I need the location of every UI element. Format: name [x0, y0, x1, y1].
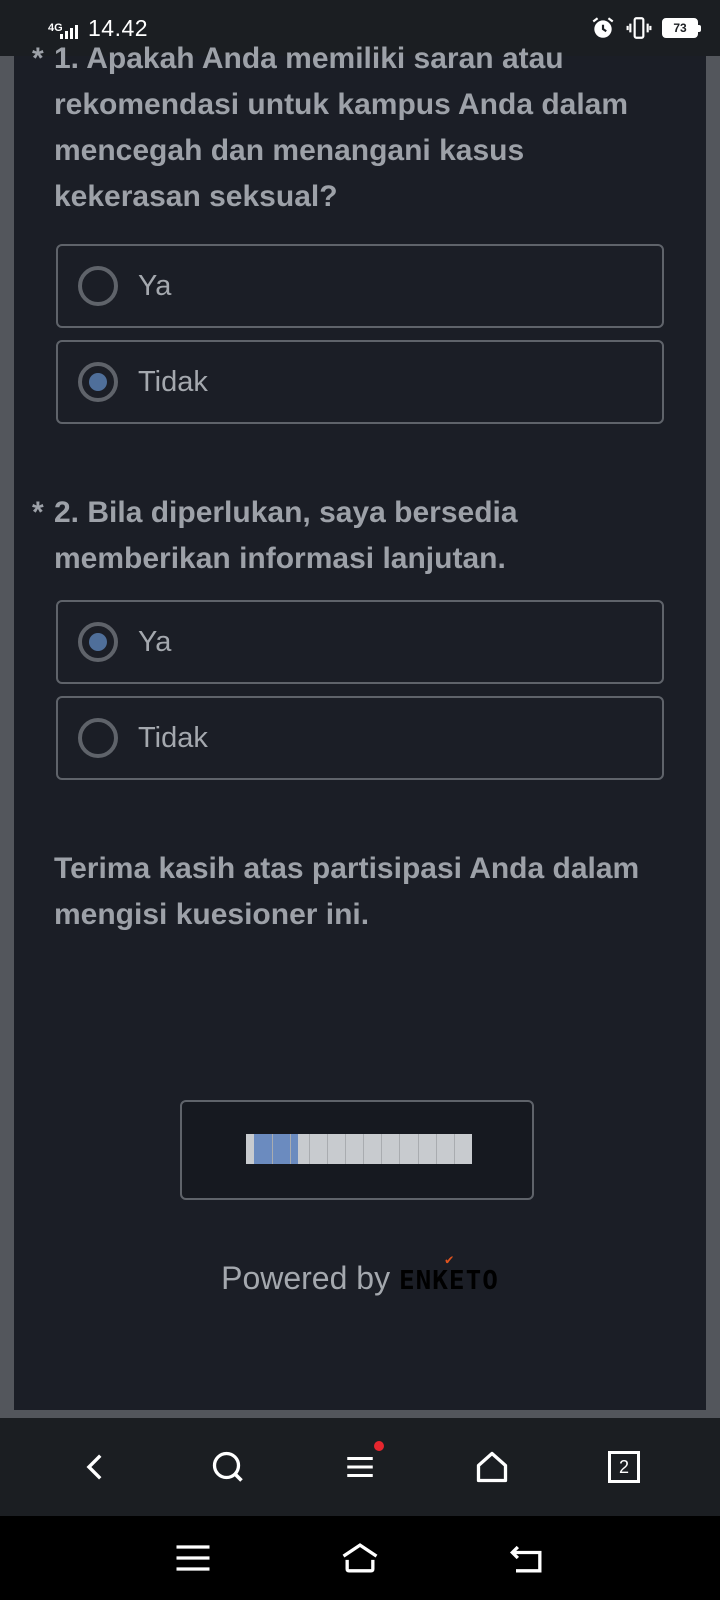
progress-segment [454, 1134, 455, 1164]
submit-progress-box [180, 1100, 534, 1200]
question-1-text: 1. Apakah Anda memiliki saran atau rekom… [54, 42, 629, 213]
form-card: * 1. Apakah Anda memiliki saran atau rek… [14, 42, 706, 1410]
browser-toolbar: 2 [0, 1418, 720, 1516]
signal-icon: 4G [48, 23, 78, 39]
progress-fill [254, 1134, 298, 1164]
progress-segment [327, 1134, 328, 1164]
required-marker: * [32, 42, 44, 75]
progress-segment [399, 1134, 400, 1164]
question-2: * 2. Bila diperlukan, saya bersedia memb… [32, 490, 674, 582]
back-icon[interactable] [505, 1536, 549, 1580]
progress-bar [246, 1134, 472, 1164]
option-label: Tidak [138, 721, 208, 754]
home-icon[interactable] [468, 1443, 516, 1491]
option-label: Tidak [138, 365, 208, 398]
radio-button-unchecked[interactable] [78, 266, 118, 306]
home-icon[interactable] [338, 1536, 382, 1580]
q2-option-ya[interactable]: Ya [56, 600, 664, 684]
question-1: * 1. Apakah Anda memiliki saran atau rek… [32, 36, 674, 220]
thank-you-message: Terima kasih atas partisipasi Anda dalam… [54, 852, 640, 931]
battery-icon: 73 [662, 18, 701, 38]
option-label: Ya [138, 269, 172, 302]
radio-button-checked[interactable] [78, 362, 118, 402]
radio-button-checked[interactable] [78, 622, 118, 662]
progress-segment [345, 1134, 346, 1164]
tabs-icon[interactable]: 2 [600, 1443, 648, 1491]
powered-by: Powered by ENKETO ✔ [14, 1252, 706, 1297]
question-2-text: 2. Bila diperlukan, saya bersedia member… [54, 496, 518, 575]
progress-segment [436, 1134, 437, 1164]
powered-by-text: Powered by [221, 1260, 391, 1296]
progress-segment [309, 1134, 310, 1164]
enketo-logo[interactable]: ENKETO ✔ [399, 1252, 499, 1296]
recents-icon[interactable] [171, 1536, 215, 1580]
progress-segment [418, 1134, 419, 1164]
notification-dot [374, 1441, 384, 1451]
progress-segment [381, 1134, 382, 1164]
check-icon: ✔ [444, 1252, 455, 1268]
system-navigation-bar [0, 1516, 720, 1600]
screen: 4G 14.42 73 * 1. Apakah Anda memiliki sa… [0, 0, 720, 1600]
back-icon[interactable] [72, 1443, 120, 1491]
progress-segment [363, 1134, 364, 1164]
required-marker: * [32, 496, 44, 529]
menu-icon[interactable] [336, 1441, 384, 1491]
progress-segment [272, 1134, 273, 1164]
search-icon[interactable] [204, 1443, 252, 1491]
q1-option-ya[interactable]: Ya [56, 244, 664, 328]
option-label: Ya [138, 625, 172, 658]
progress-segment [290, 1134, 291, 1164]
q1-option-tidak[interactable]: Tidak [56, 340, 664, 424]
radio-button-unchecked[interactable] [78, 718, 118, 758]
q2-option-tidak[interactable]: Tidak [56, 696, 664, 780]
